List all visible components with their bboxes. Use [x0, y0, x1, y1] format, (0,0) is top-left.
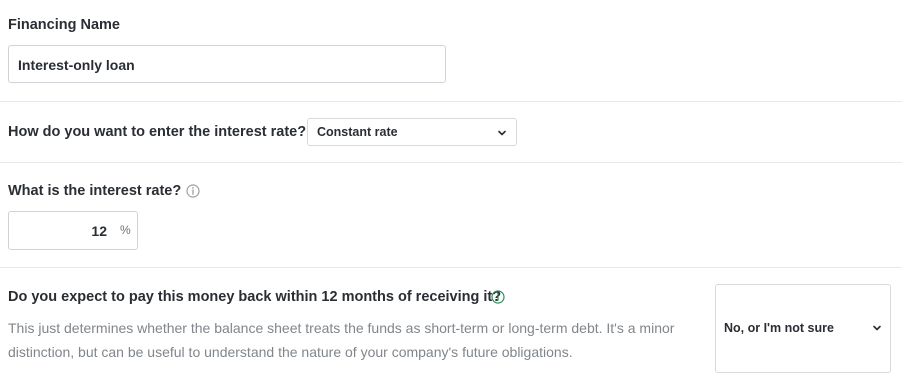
interest-rate-question: What is the interest rate?: [8, 183, 182, 199]
chevron-down-icon: [873, 325, 881, 331]
rate-entry-select[interactable]: Constant rate: [307, 118, 517, 146]
financing-name-label: Financing Name: [8, 17, 120, 33]
interest-rate-input[interactable]: 12 %: [8, 211, 138, 250]
rate-entry-selected: Constant rate: [317, 125, 398, 139]
divider: [0, 267, 902, 268]
repayment-question: Do you expect to pay this money back wit…: [8, 289, 502, 305]
financing-name-input[interactable]: Interest-only loan: [8, 45, 446, 83]
divider: [0, 101, 902, 102]
repayment-selected: No, or I'm not sure: [724, 321, 834, 335]
chevron-down-icon: [498, 130, 506, 136]
interest-rate-value: 12: [91, 223, 107, 239]
info-icon[interactable]: [491, 290, 505, 304]
percent-unit: %: [120, 223, 131, 237]
info-icon[interactable]: [186, 184, 200, 198]
rate-entry-question: How do you want to enter the interest ra…: [8, 124, 307, 140]
divider: [0, 162, 902, 163]
repayment-select[interactable]: No, or I'm not sure: [715, 284, 891, 373]
repayment-description: This just determines whether the balance…: [8, 320, 675, 360]
